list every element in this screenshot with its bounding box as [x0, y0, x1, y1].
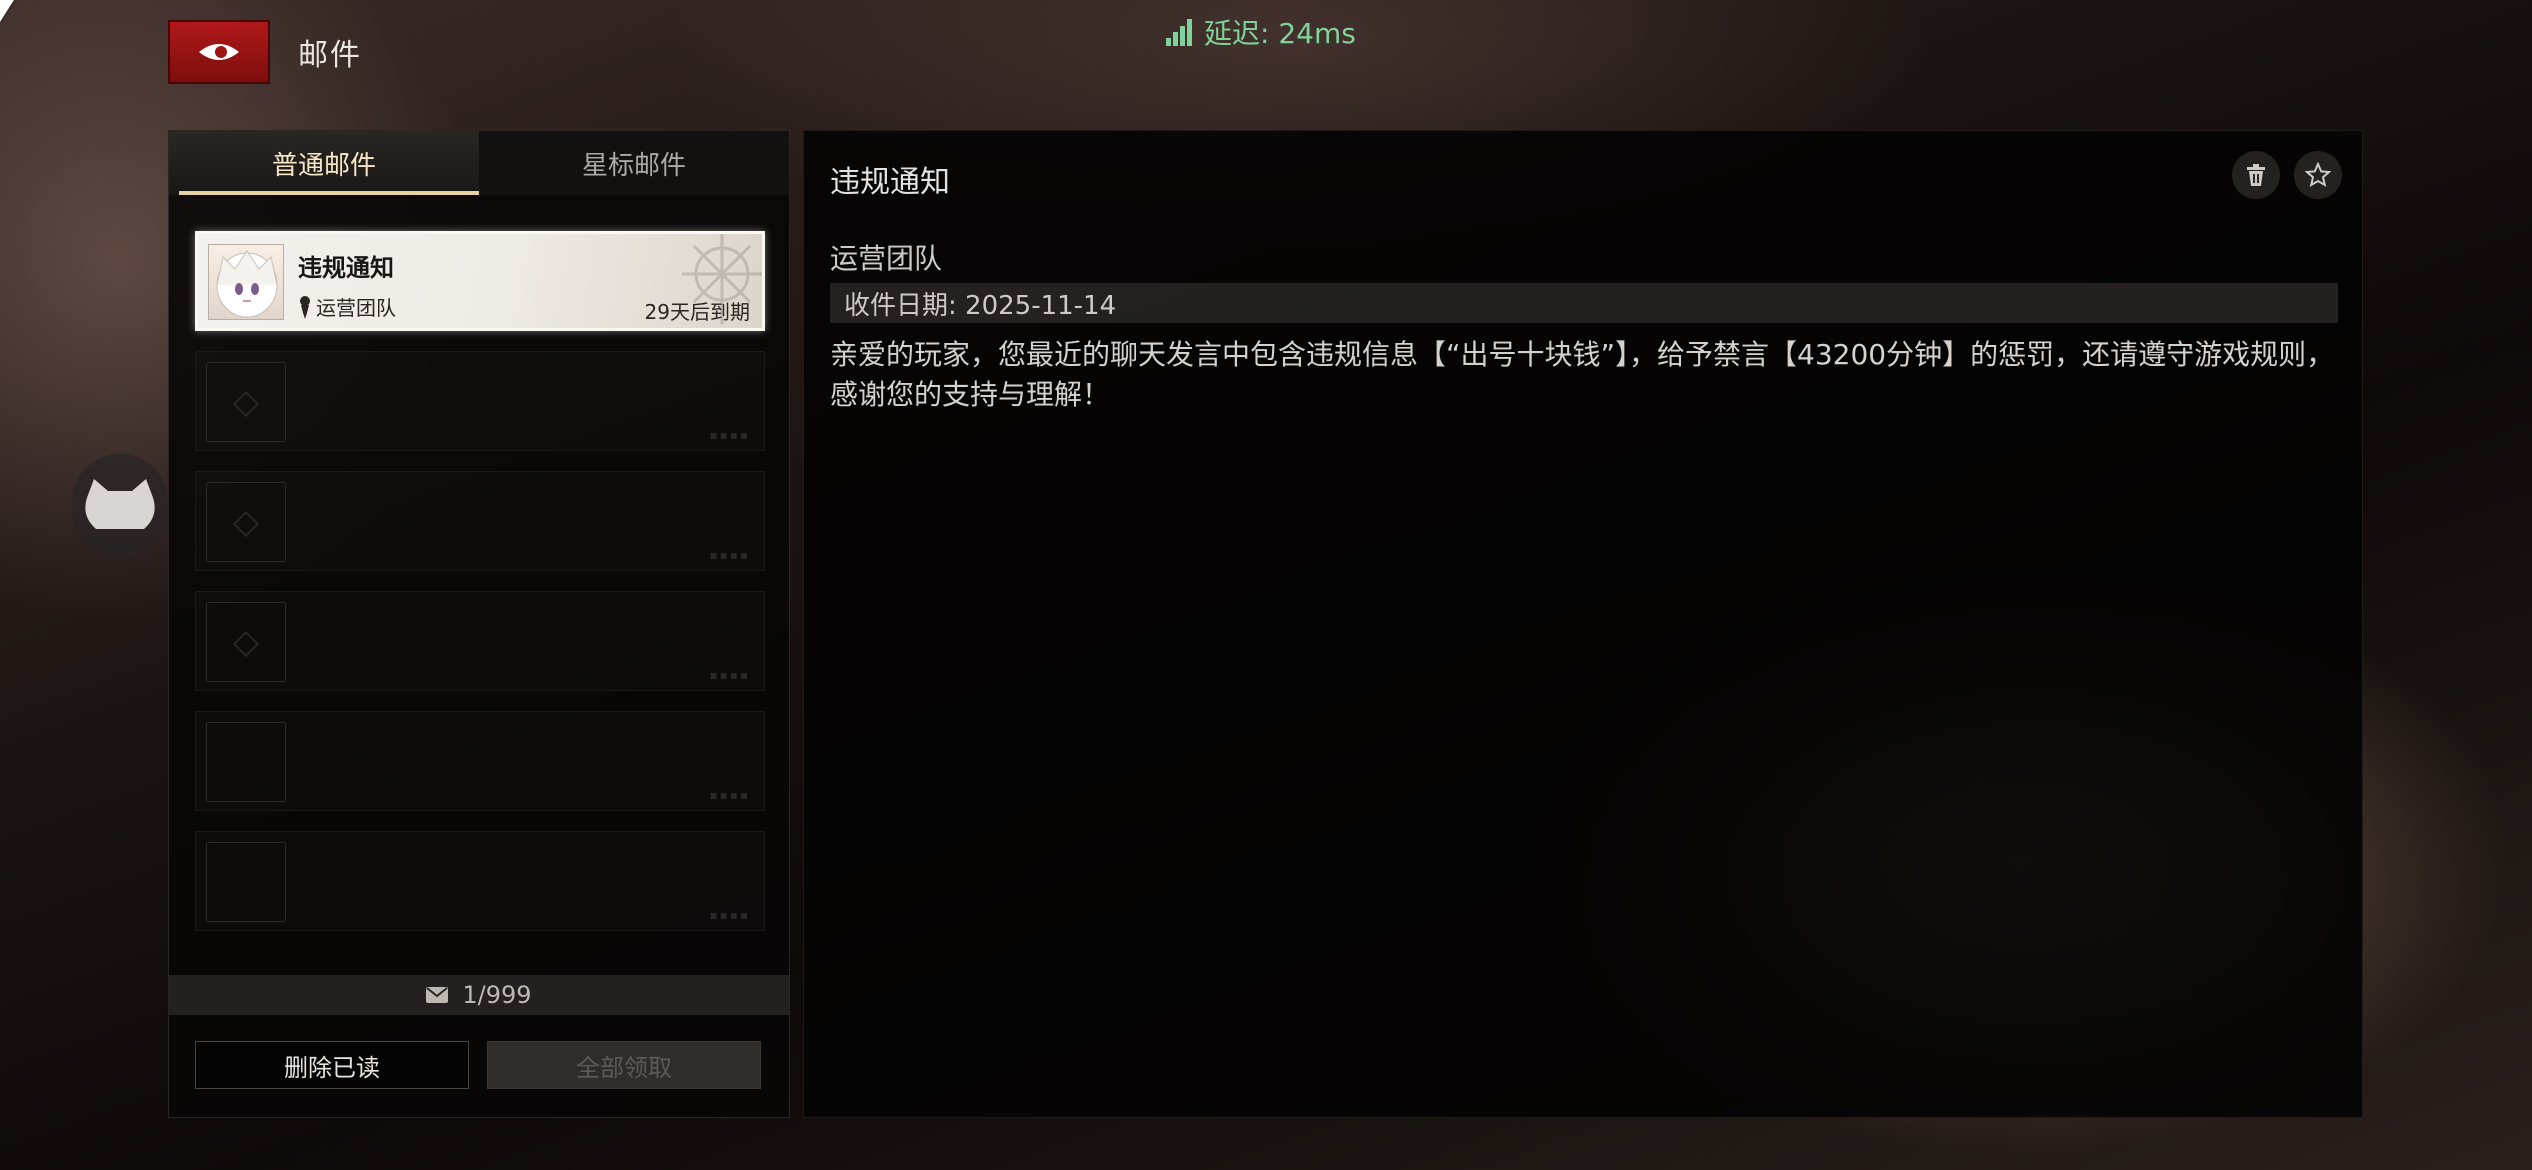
detail-title: 违规通知 — [830, 165, 950, 200]
latency-label: 延迟: 24ms — [1204, 17, 1356, 50]
white-hair-character-icon — [216, 250, 278, 318]
envelope-icon — [426, 987, 449, 1003]
star-mail-button[interactable] — [2294, 151, 2342, 199]
mail-count-bar: 1/999 — [169, 975, 789, 1015]
trash-icon — [2247, 164, 2265, 186]
assistant-handle[interactable] — [72, 454, 168, 558]
mail-sender-label: 运营团队 — [316, 296, 396, 320]
back-button[interactable] — [168, 20, 270, 84]
avatar — [208, 244, 284, 320]
mail-item-selected[interactable]: 违规通知 运营团队 29天后到期 — [195, 231, 765, 331]
empty-mail-slot: ▪▪▪▪ — [195, 711, 765, 811]
slot-dots: ▪▪▪▪ — [709, 788, 750, 802]
empty-mail-slot: ◇ ▪▪▪▪ — [195, 471, 765, 571]
empty-slot-icon: ◇ — [206, 482, 286, 562]
empty-mail-slot: ◇ ▪▪▪▪ — [195, 591, 765, 691]
signal-bars-icon — [1166, 19, 1192, 46]
slot-dots: ▪▪▪▪ — [709, 908, 750, 922]
page-title: 邮件 — [298, 38, 362, 73]
back-eye-icon — [199, 44, 239, 60]
mail-count: 1/999 — [462, 981, 532, 1009]
empty-slot-icon — [206, 722, 286, 802]
received-date-text: 收件日期: 2025-11-14 — [844, 290, 1117, 321]
cat-face-icon — [85, 479, 155, 529]
slot-dots: ▪▪▪▪ — [709, 668, 750, 682]
slot-dots: ▪▪▪▪ — [709, 428, 750, 442]
empty-mail-slot: ▪▪▪▪ — [195, 831, 765, 931]
tab-normal-mail[interactable]: 普通邮件 — [169, 131, 479, 195]
empty-mail-slot: ◇ ▪▪▪▪ — [195, 351, 765, 451]
star-icon — [2305, 162, 2331, 188]
mail-body: 亲爱的玩家，您最近的聊天发言中包含违规信息【“出号十块钱”】，给予禁言【4320… — [830, 338, 2335, 411]
delete-read-button[interactable]: 删除已读 — [195, 1041, 469, 1089]
mail-subject: 违规通知 — [298, 254, 394, 282]
empty-slot-icon — [206, 842, 286, 922]
claim-all-button[interactable]: 全部领取 — [487, 1041, 761, 1089]
empty-slot-icon: ◇ — [206, 602, 286, 682]
detail-sender: 运营团队 — [830, 242, 943, 275]
slot-dots: ▪▪▪▪ — [709, 548, 750, 562]
tab-starred-mail[interactable]: 星标邮件 — [479, 131, 789, 195]
latency-indicator: 延迟: 24ms — [1164, 12, 1356, 52]
mail-list-panel: 普通邮件 星标邮件 违规通知 运营团队 29天后到期 ◇ ▪▪▪▪ ◇ ▪▪▪▪… — [168, 130, 790, 1118]
empty-slot-icon: ◇ — [206, 362, 286, 442]
mail-expiry: 29天后到期 — [644, 300, 750, 324]
mail-detail-panel: 违规通知 运营团队 收件日期: 2025-11-14 亲爱的玩家，您最近的聊天发… — [803, 130, 2363, 1118]
mouse-cursor — [0, 0, 14, 22]
delete-mail-button[interactable] — [2232, 151, 2280, 199]
mail-tabs: 普通邮件 星标邮件 — [169, 131, 789, 195]
sender-pin-icon — [300, 295, 310, 319]
mail-sender: 运营团队 — [298, 292, 396, 321]
received-date: 收件日期: 2025-11-14 — [830, 283, 2338, 323]
